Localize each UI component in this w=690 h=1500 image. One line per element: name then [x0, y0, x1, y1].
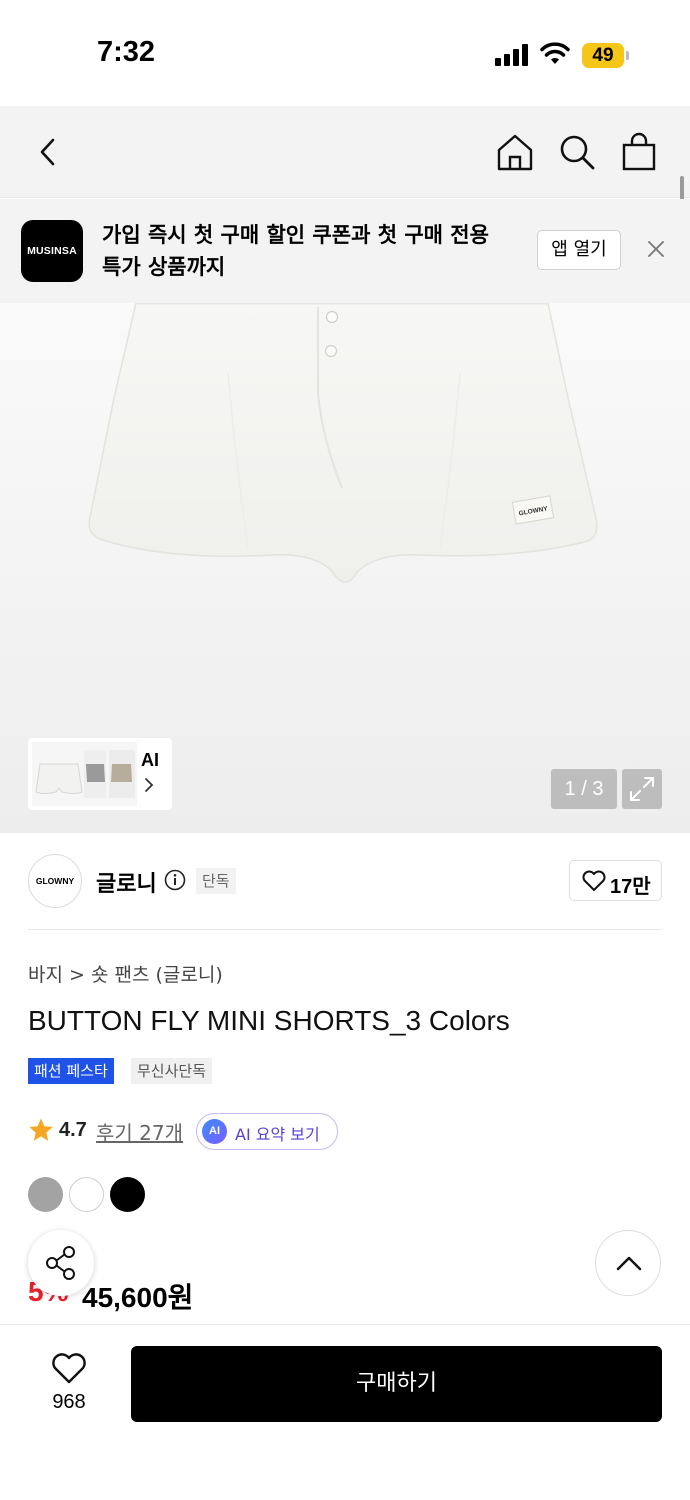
fashion-festa-badge: 패션 페스타	[28, 1058, 114, 1084]
review-count-link[interactable]: 후기 27개	[96, 1117, 183, 1146]
color-swatch-gray[interactable]	[28, 1177, 63, 1212]
expand-icon	[630, 777, 654, 801]
musinsa-logo: MUSINSA	[21, 220, 83, 282]
brand-like-count: 17만	[610, 876, 651, 898]
heart-icon	[52, 1353, 86, 1384]
brand-like-button[interactable]: 17만	[569, 860, 662, 901]
exclusive-tag: 단독	[196, 868, 236, 894]
image-page-indicator: 1 / 3	[551, 769, 617, 809]
sale-price: 45,600원	[82, 1282, 194, 1313]
home-icon[interactable]	[493, 130, 537, 174]
product-title: BUTTON FLY MINI SHORTS_3 Colors	[28, 1005, 510, 1036]
app-banner-message: 가입 즉시 첫 구매 할인 쿠폰과 첫 구매 전용 특가 상품까지	[102, 223, 489, 279]
product-image-gallery[interactable]: GLOWNY AI 1 / 3	[0, 303, 690, 833]
app-install-banner: MUSINSA 가입 즉시 첫 구매 할인 쿠폰과 첫 구매 전용 특가 상품까…	[0, 199, 690, 303]
close-icon[interactable]	[644, 237, 668, 261]
status-bar: 7:32 49	[0, 0, 690, 106]
buy-button[interactable]: 구매하기	[131, 1346, 662, 1422]
color-swatch-black[interactable]	[110, 1177, 145, 1212]
battery-indicator: 49	[582, 43, 624, 68]
thumbnail-shorts-preview	[32, 742, 137, 806]
star-icon	[29, 1118, 53, 1141]
chevron-up-icon	[616, 1256, 642, 1271]
rating-value: 4.7	[59, 1119, 87, 1141]
status-time: 7:32	[97, 36, 156, 68]
ai-icon: AI	[202, 1119, 227, 1144]
musinsa-exclusive-badge: 무신사단독	[131, 1058, 213, 1084]
brand-row: GLOWNY 글로니 단독 17만	[0, 833, 690, 929]
shopping-bag-icon[interactable]	[617, 130, 661, 174]
favorite-count: 968	[52, 1391, 86, 1413]
bottom-purchase-bar: 968 구매하기	[0, 1324, 690, 1500]
chevron-right-icon	[145, 778, 154, 792]
divider	[28, 929, 662, 930]
expand-image-button[interactable]	[622, 769, 662, 809]
brand-name[interactable]: 글로니	[96, 866, 157, 898]
favorite-button[interactable]: 968	[28, 1347, 110, 1427]
open-app-button[interactable]: 앱 열기	[537, 230, 621, 270]
ai-thumbnail-button[interactable]: AI	[28, 738, 172, 810]
heart-icon	[582, 870, 606, 891]
ai-label: AI	[141, 750, 159, 770]
share-icon	[46, 1246, 75, 1280]
info-icon[interactable]	[164, 869, 186, 891]
top-nav-bar	[0, 106, 690, 198]
color-swatch-white[interactable]	[69, 1177, 104, 1212]
ai-summary-button[interactable]: AI AI 요약 보기	[196, 1113, 338, 1150]
share-button[interactable]	[28, 1230, 94, 1296]
ai-summary-label: AI 요약 보기	[235, 1125, 320, 1144]
chevron-left-icon[interactable]	[26, 130, 70, 174]
wifi-icon	[540, 42, 570, 64]
brand-logo[interactable]: GLOWNY	[28, 854, 82, 908]
cellular-signal-icon	[495, 44, 529, 66]
scroll-to-top-button[interactable]	[595, 1230, 661, 1296]
battery-nub	[626, 51, 629, 60]
search-icon[interactable]	[555, 130, 599, 174]
breadcrumb[interactable]: 바지 > 숏 팬츠 (글로니)	[28, 960, 223, 987]
